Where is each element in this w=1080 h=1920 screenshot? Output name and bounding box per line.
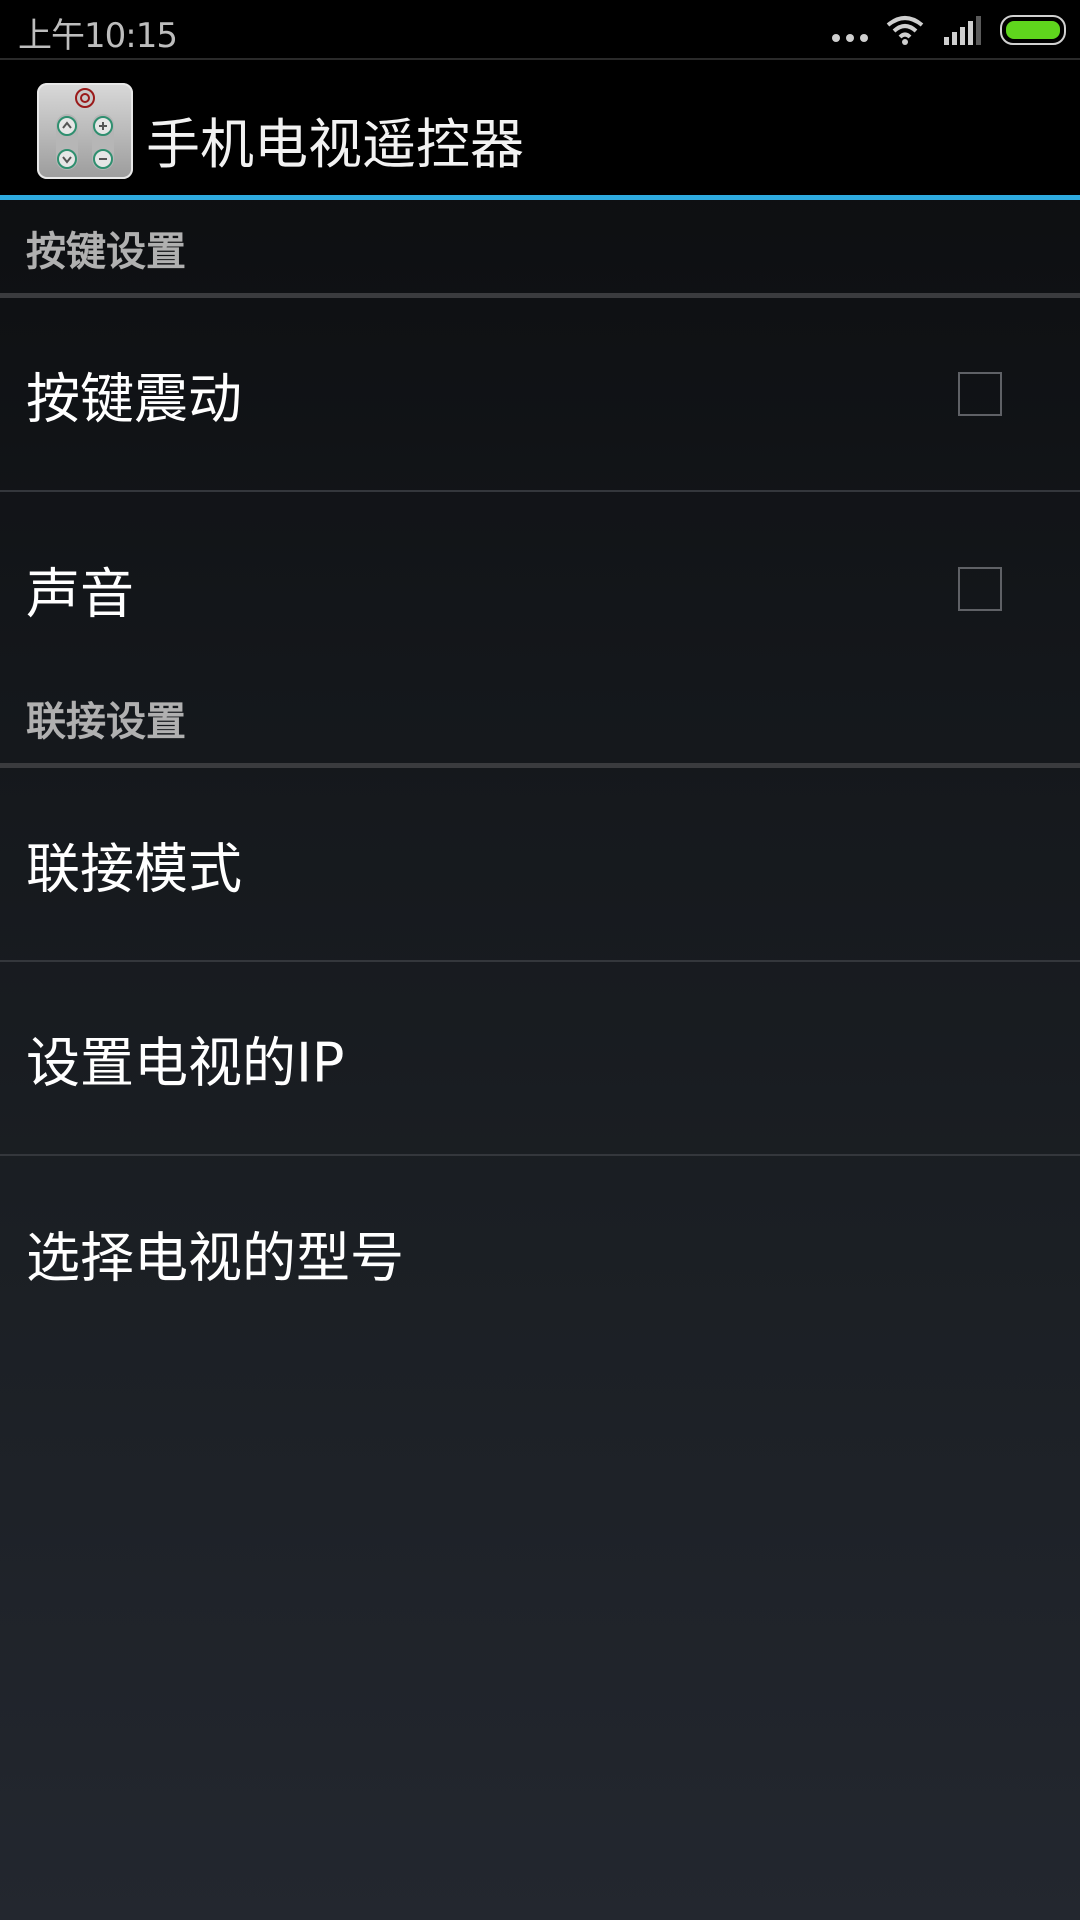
pref-row-set-tv-ip[interactable]: 设置电视的IP — [0, 962, 1080, 1156]
pref-row-connection-mode[interactable]: 联接模式 — [0, 768, 1080, 962]
pref-row-select-tv-model[interactable]: 选择电视的型号 — [0, 1156, 1080, 1350]
pref-row-key-vibration[interactable]: 按键震动 — [0, 298, 1080, 492]
section-header-connection-settings: 联接设置 — [0, 676, 1080, 768]
app-bar: 手机电视遥控器 — [0, 60, 1080, 200]
status-time: 上午10:15 — [18, 16, 178, 56]
more-dots-icon — [832, 34, 868, 42]
sound-checkbox[interactable] — [958, 567, 1002, 611]
status-icons — [832, 12, 1066, 48]
battery-icon — [1000, 15, 1066, 45]
wifi-icon — [886, 15, 924, 45]
signal-icon — [942, 15, 982, 45]
pref-label: 声音 — [26, 562, 134, 626]
app-title: 手机电视遥控器 — [146, 113, 524, 176]
pref-row-sound[interactable]: 声音 — [0, 492, 1080, 686]
tv-remote-app-icon — [37, 83, 133, 179]
pref-label: 联接模式 — [26, 837, 242, 901]
section-header-label: 联接设置 — [26, 699, 186, 745]
pref-label: 选择电视的型号 — [26, 1226, 404, 1290]
vibration-checkbox[interactable] — [958, 372, 1002, 416]
pref-label: 按键震动 — [26, 367, 242, 431]
section-header-label: 按键设置 — [26, 229, 186, 275]
pref-label: 设置电视的IP — [26, 1031, 345, 1095]
status-bar: 上午10:15 — [0, 0, 1080, 60]
section-header-key-settings: 按键设置 — [0, 200, 1080, 298]
